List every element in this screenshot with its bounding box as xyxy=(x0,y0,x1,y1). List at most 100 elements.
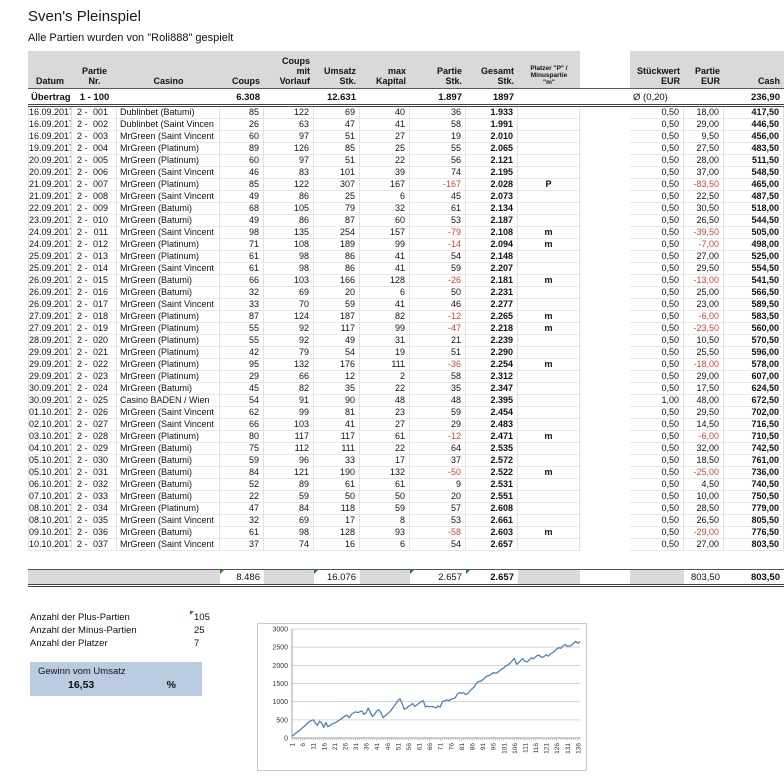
cell-gesamt-stk: 2.483 xyxy=(466,419,518,431)
cell-datum: 05.10.2017 xyxy=(28,455,72,467)
cell-coups-mit-vorlauf: 84 xyxy=(264,503,314,515)
cell-max-kapital: 41 xyxy=(360,119,410,131)
cell-casino: MrGreen (Batumi) xyxy=(117,275,220,287)
cell-partie-stk: 50 xyxy=(410,287,466,299)
cell-coups: 59 xyxy=(220,455,264,467)
cell-umsatz-stk: 33 xyxy=(314,455,360,467)
cell-partie-eur: 26,50 xyxy=(684,215,724,227)
cell-casino: MrGreen (Platinum) xyxy=(117,251,220,263)
cell-umsatz-stk: 118 xyxy=(314,503,360,515)
cell-coups: 61 xyxy=(220,251,264,263)
cell-coups: 75 xyxy=(220,443,264,455)
cell-max-kapital: 17 xyxy=(360,455,410,467)
cell-datum: 29.09.2017 xyxy=(28,371,72,383)
cell-coups-mit-vorlauf: 135 xyxy=(264,227,314,239)
cell-platzer-flag xyxy=(518,287,580,299)
cell-stueckwert-eur: 0,50 xyxy=(630,491,684,503)
cell-datum: 30.09.2017 xyxy=(28,395,72,407)
cell-stueckwert-eur: 0,50 xyxy=(630,383,684,395)
cell-max-kapital: 19 xyxy=(360,347,410,359)
cell-coups-mit-vorlauf: 98 xyxy=(264,527,314,539)
cell-cash: 544,50 xyxy=(724,215,784,227)
cell-stueckwert-eur: 0,50 xyxy=(630,527,684,539)
table-row: 05.10.2017 2 -031 MrGreen (Batumi) 84 121 190… xyxy=(28,467,784,479)
cell-platzer-flag xyxy=(518,539,580,551)
cell-gesamt-stk: 2.010 xyxy=(466,131,518,143)
cell-cash: 498,00 xyxy=(724,239,784,251)
cell-coups: 33 xyxy=(220,299,264,311)
column-gap xyxy=(580,131,630,143)
cell-umsatz-stk: 51 xyxy=(314,131,360,143)
cell-datum: 22.09.2017 xyxy=(28,203,72,215)
cell-umsatz-stk: 20 xyxy=(314,287,360,299)
cell-stueckwert-eur: 0,50 xyxy=(630,371,684,383)
cell-umsatz-stk: 166 xyxy=(314,275,360,287)
cell-partie-nr: 2 -030 xyxy=(72,455,117,467)
column-gap xyxy=(580,515,630,527)
column-gap xyxy=(580,107,630,119)
cell-stueckwert-eur: 0,50 xyxy=(630,131,684,143)
cell-stueckwert-eur: 0,50 xyxy=(630,167,684,179)
stat-platzer: Anzahl der Platzer 7 xyxy=(30,638,200,649)
cell-datum: 19.09.2017 xyxy=(28,143,72,155)
cell-casino: MrGreen (Batumi) xyxy=(117,215,220,227)
cell-partie-nr: 2 -006 xyxy=(72,167,117,179)
cell-max-kapital: 93 xyxy=(360,527,410,539)
table-row: 20.09.2017 2 -005 MrGreen (Platinum) 60 97 51… xyxy=(28,155,784,167)
cell-partie-stk: 58 xyxy=(410,371,466,383)
column-gap xyxy=(580,179,630,191)
cell-gesamt-stk: 2.608 xyxy=(466,503,518,515)
cell-max-kapital: 82 xyxy=(360,311,410,323)
cell-platzer-flag: m xyxy=(518,239,580,251)
cell-partie-stk: 59 xyxy=(410,407,466,419)
cell-cash: 702,00 xyxy=(724,407,784,419)
cell-platzer-flag xyxy=(518,251,580,263)
cell-coups: 61 xyxy=(220,527,264,539)
chart-x-tick-label: 1 xyxy=(290,743,297,747)
cell-coups-mit-vorlauf: 112 xyxy=(264,443,314,455)
cell-umsatz-stk: 35 xyxy=(314,383,360,395)
cell-coups-mit-vorlauf: 105 xyxy=(264,203,314,215)
cell-gesamt-stk: 2.187 xyxy=(466,215,518,227)
cell-partie-stk: 35 xyxy=(410,383,466,395)
page-title: Sven's Pleinspiel xyxy=(28,8,141,25)
column-gap xyxy=(580,407,630,419)
cell-coups: 42 xyxy=(220,347,264,359)
cell-cash: 750,50 xyxy=(724,491,784,503)
cell-datum: 30.09.2017 xyxy=(28,383,72,395)
cell-platzer-flag xyxy=(518,455,580,467)
column-gap xyxy=(580,167,630,179)
cell-umsatz-stk: 47 xyxy=(314,119,360,131)
cell-umsatz-stk: 307 xyxy=(314,179,360,191)
cell-umsatz-stk: 176 xyxy=(314,359,360,371)
cell-partie-stk: 53 xyxy=(410,515,466,527)
cell-stueckwert-eur: 0,50 xyxy=(630,515,684,527)
cell-casino: MrGreen (Platinum) xyxy=(117,155,220,167)
cell-umsatz-stk: 54 xyxy=(314,347,360,359)
cell-max-kapital: 6 xyxy=(360,191,410,203)
cell-coups: 37 xyxy=(220,539,264,551)
cell-umsatz-stk: 101 xyxy=(314,167,360,179)
cell-partie-eur: 22,50 xyxy=(684,191,724,203)
cell-umsatz-stk: 51 xyxy=(314,155,360,167)
cell-stueckwert-eur: 0,50 xyxy=(630,155,684,167)
cell-coups-mit-vorlauf: 97 xyxy=(264,155,314,167)
cell-casino: MrGreen (Saint Vincent xyxy=(117,299,220,311)
cell-casino: MrGreen (Platinum) xyxy=(117,503,220,515)
cell-datum: 04.10.2017 xyxy=(28,443,72,455)
cell-cash: 505,00 xyxy=(724,227,784,239)
chart-x-tick-label: 46 xyxy=(385,743,392,751)
cell-coups-mit-vorlauf: 98 xyxy=(264,263,314,275)
cell-partie-eur: 18,50 xyxy=(684,455,724,467)
cell-partie-eur: 30,50 xyxy=(684,203,724,215)
cell-cash: 560,00 xyxy=(724,323,784,335)
cell-gesamt-stk: 2.231 xyxy=(466,287,518,299)
cell-coups-mit-vorlauf: 74 xyxy=(264,539,314,551)
cell-coups-mit-vorlauf: 82 xyxy=(264,383,314,395)
cell-gesamt-stk: 2.551 xyxy=(466,491,518,503)
cell-max-kapital: 8 xyxy=(360,515,410,527)
column-gap xyxy=(580,527,630,539)
cell-stueckwert-eur: 0,50 xyxy=(630,299,684,311)
cell-cash: 417,50 xyxy=(724,107,784,119)
cell-stueckwert-eur: 0,50 xyxy=(630,263,684,275)
